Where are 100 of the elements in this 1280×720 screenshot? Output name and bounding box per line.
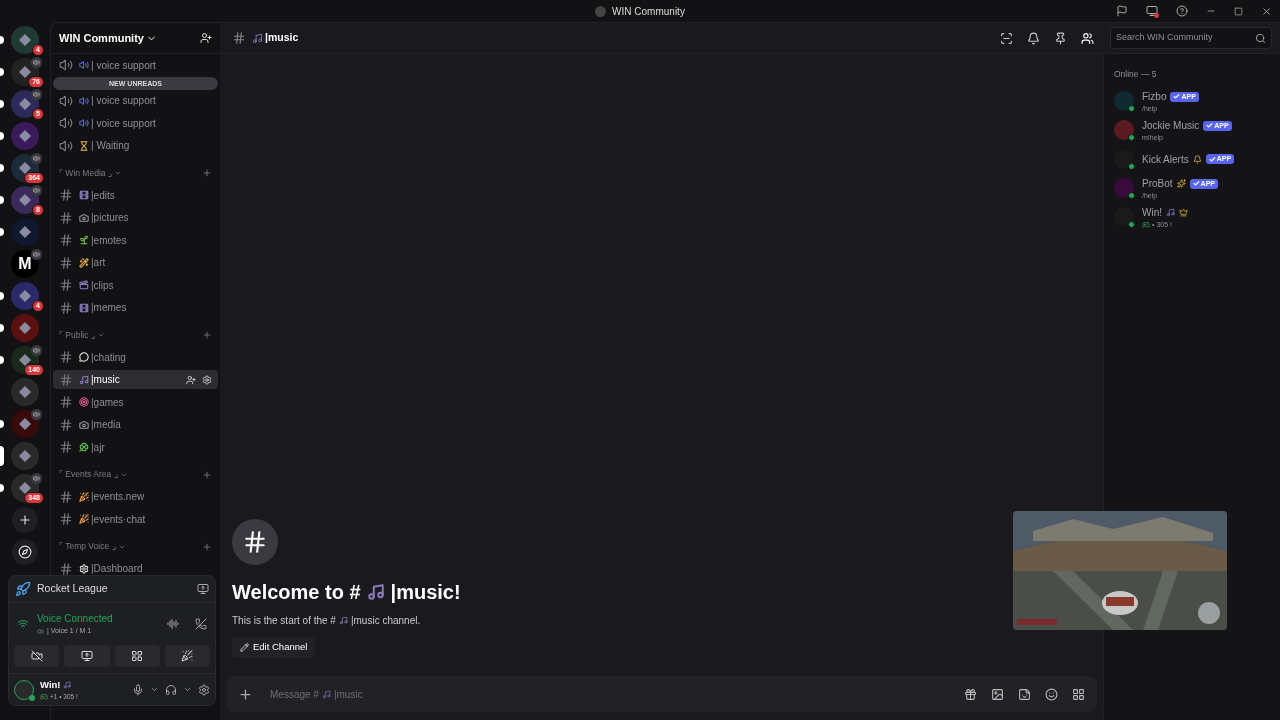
channel-item[interactable]: | Waiting [53, 136, 218, 156]
screen-share-button[interactable] [64, 645, 110, 667]
welcome-title-start: Welcome to # [232, 580, 361, 605]
gamepad-icon [1142, 220, 1150, 229]
add-channel-icon[interactable] [202, 330, 212, 340]
server-letter: M [18, 254, 32, 274]
channel-item[interactable]: |emotes [53, 230, 218, 250]
channel-item[interactable]: |music [53, 370, 218, 390]
channel-name: |games [91, 395, 125, 410]
hash-icon [59, 350, 73, 365]
search-input[interactable]: Search WIN Community [1116, 31, 1255, 45]
hash-icon [59, 255, 73, 270]
channel-name: |art [91, 256, 107, 271]
channel-name: |music [91, 373, 121, 388]
member-avatar [1114, 207, 1134, 228]
members-icon[interactable] [1081, 31, 1094, 45]
emoji-icon[interactable] [1045, 687, 1058, 701]
camera-off-button[interactable] [14, 645, 60, 667]
channel-emoji-icon [79, 280, 89, 291]
activities-button[interactable] [114, 645, 160, 667]
close-icon[interactable] [1261, 5, 1272, 17]
edit-channel-button[interactable]: Edit Channel [232, 637, 316, 658]
server-icon[interactable] [11, 282, 39, 310]
channel-item[interactable]: |games [53, 392, 218, 412]
channel-name: |pictures [91, 211, 130, 226]
chevron-icon[interactable] [150, 685, 159, 694]
soundboard-button[interactable] [164, 645, 210, 667]
online-status-icon [1128, 192, 1135, 200]
activity-name: Rocket League [37, 581, 109, 597]
channel-item[interactable]: |events·chat [53, 509, 218, 529]
headphones-icon[interactable] [165, 683, 177, 696]
add-channel-icon[interactable] [202, 541, 212, 552]
server-logo-icon [18, 289, 32, 303]
channel-title: |music [265, 30, 299, 46]
discover-button[interactable] [12, 539, 38, 565]
microphone-icon[interactable] [132, 683, 144, 696]
channel-item[interactable]: |chating [53, 347, 218, 367]
server-logo-icon [18, 129, 32, 143]
maximize-icon[interactable] [1234, 6, 1243, 16]
speaker-icon [59, 116, 73, 131]
add-server-button[interactable] [12, 507, 38, 533]
category-title[interactable]: ⌜ Win Media ⌟ [59, 166, 112, 180]
user-emoji-icon [62, 680, 71, 689]
search-icon[interactable] [1255, 32, 1266, 44]
disconnect-icon[interactable] [195, 618, 207, 630]
message-field[interactable]: Message # |music [226, 676, 1097, 712]
server-icon[interactable] [11, 314, 39, 342]
server-icon[interactable] [11, 378, 39, 406]
member-avatar [1114, 149, 1134, 170]
gift-icon[interactable] [964, 687, 977, 701]
user-avatar[interactable] [14, 679, 34, 700]
channel-emoji-icon [79, 190, 89, 201]
invite-icon[interactable] [186, 374, 196, 385]
add-channel-icon[interactable] [202, 469, 212, 480]
category-title[interactable]: ⌜ Events Area ⌟ [59, 468, 118, 481]
server-name[interactable]: WIN Community [59, 29, 144, 47]
channel-emoji-icon [79, 235, 89, 246]
server-icon[interactable] [11, 218, 39, 246]
channel-item[interactable]: |ajr [53, 437, 218, 457]
server-icon[interactable] [11, 122, 39, 150]
voice-status[interactable]: Voice Connected [37, 611, 159, 627]
bell-icon[interactable] [1027, 31, 1040, 45]
server-icon[interactable] [11, 410, 39, 438]
channel-item[interactable]: |events.new [53, 487, 218, 507]
apps-icon[interactable] [1072, 687, 1085, 701]
channel-name: | voice support [91, 94, 157, 109]
channel-item[interactable]: |art [53, 253, 218, 273]
category-title[interactable]: ⌜ Temp Voice ⌟ [59, 540, 116, 553]
channel-item[interactable]: |memes [53, 298, 218, 318]
channel-item[interactable]: |clips [53, 275, 218, 295]
sticker-icon[interactable] [1018, 687, 1031, 701]
search-field[interactable]: Search WIN Community [1110, 27, 1272, 49]
channel-item[interactable]: | voice support [53, 55, 218, 75]
flag-icon[interactable] [1116, 5, 1128, 17]
pin-icon[interactable] [1054, 31, 1067, 45]
attach-icon[interactable] [238, 686, 253, 702]
stream-icon[interactable] [197, 583, 209, 595]
channel-item[interactable]: | voice support [53, 113, 218, 133]
channel-item[interactable]: |media [53, 415, 218, 435]
screen-share-icon[interactable] [1146, 5, 1158, 17]
channel-item[interactable]: | voice support [53, 91, 218, 111]
help-icon[interactable] [1176, 5, 1188, 17]
server-icon[interactable]: M [11, 250, 39, 278]
game-logo-icon [15, 581, 31, 597]
channel-emoji-icon [79, 514, 89, 525]
chevron-icon[interactable] [183, 685, 192, 694]
window-title: WIN Community [612, 4, 685, 19]
invite-icon[interactable] [200, 32, 212, 44]
server-icon[interactable] [11, 442, 39, 470]
channel-emoji-icon [79, 140, 89, 151]
category-title[interactable]: ⌜ Public ⌟ [59, 328, 95, 342]
channel-item[interactable]: |pictures [53, 208, 218, 228]
channel-item[interactable]: |Dashboard [53, 559, 218, 579]
channel-name: |chating [91, 350, 127, 365]
channel-item[interactable]: |edits [53, 185, 218, 205]
server-icon[interactable] [11, 26, 39, 54]
settings-icon[interactable] [198, 683, 210, 696]
add-channel-icon[interactable] [202, 168, 212, 178]
welcome-title-end: |music! [390, 580, 461, 605]
channel-emoji-icon [79, 257, 89, 268]
